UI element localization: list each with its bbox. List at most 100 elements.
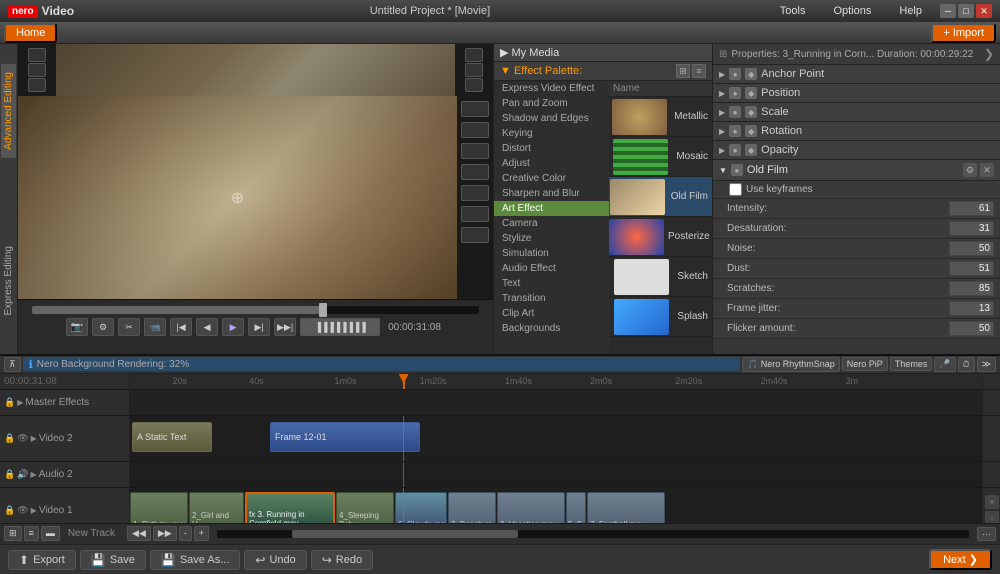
frame-12-01-clip[interactable]: Frame 12-01 <box>270 422 420 452</box>
effect-metallic[interactable]: Metallic <box>609 97 712 137</box>
vacation-clip[interactable]: 3_Vacation.mov <box>497 492 565 523</box>
position-toggle-icon[interactable]: ● <box>729 87 741 99</box>
s-clip[interactable]: 5_S.. <box>566 492 586 523</box>
category-art-effect[interactable]: Art Effect <box>494 201 609 216</box>
category-clip-art[interactable]: Clip Art <box>494 306 609 321</box>
scale-toggle-icon[interactable]: ● <box>729 106 741 118</box>
skip-forward-button[interactable]: ▶▶| <box>274 318 296 336</box>
tools-menu[interactable]: Tools <box>770 3 816 19</box>
playback-speed[interactable]: ▐▐▐▐▐▐▐▐ <box>300 318 380 336</box>
category-audio[interactable]: Audio Effect <box>494 261 609 276</box>
nav-plus[interactable]: + <box>194 526 209 541</box>
dust-input[interactable] <box>949 261 994 276</box>
category-text[interactable]: Text <box>494 276 609 291</box>
track-minus-icon[interactable]: - <box>985 511 999 522</box>
category-camera[interactable]: Camera <box>494 216 609 231</box>
anchor-toggle-icon[interactable]: ● <box>729 68 741 80</box>
rotation-header[interactable]: ▶ ● ◆ Rotation <box>713 122 1000 140</box>
old-film-section-header[interactable]: ▼ ● Old Film ⚙ ✕ <box>713 160 1000 181</box>
anchor-point-header[interactable]: ▶ ● ◆ Anchor Point <box>713 65 1000 83</box>
grid-icon[interactable]: ⊞ <box>4 526 22 541</box>
nav-minus[interactable]: - <box>179 526 192 541</box>
save-as-button[interactable]: 💾 Save As... <box>150 550 240 570</box>
playhead[interactable] <box>403 374 405 389</box>
effect-old-film[interactable]: Old Film <box>609 177 712 217</box>
scrollbar-thumb[interactable] <box>292 530 518 538</box>
static-text-clip[interactable]: A Static Text <box>132 422 212 452</box>
category-pan-zoom[interactable]: Pan and Zoom <box>494 96 609 111</box>
clouds-clip[interactable]: 6_Clouds.mov <box>395 492 447 523</box>
opacity-keyframe-icon[interactable]: ◆ <box>745 144 757 156</box>
rotation-toggle-icon[interactable]: ● <box>729 125 741 137</box>
express-editing-tab[interactable]: Express Editing <box>1 238 16 323</box>
running-clip[interactable]: fx 3. Running in Cornfield.mov <box>245 492 335 523</box>
desaturation-input[interactable] <box>949 221 994 236</box>
girl-clip[interactable]: 2_Girl and H.. <box>189 492 244 523</box>
list2-icon[interactable]: ▬ <box>41 526 60 541</box>
frame-jitter-input[interactable] <box>949 301 994 316</box>
home-button[interactable]: Home <box>4 23 57 43</box>
close-button[interactable]: ✕ <box>976 4 992 18</box>
expand-collapse-button[interactable]: ⊼ <box>4 357 21 372</box>
track-add-icon[interactable]: + <box>985 495 999 509</box>
import-button[interactable]: + Import <box>931 23 996 43</box>
clock-button[interactable]: ⏱ <box>958 357 975 372</box>
export-button[interactable]: ⬆ Export <box>8 550 76 570</box>
anchor-keyframe-icon[interactable]: ◆ <box>745 68 757 80</box>
intensity-input[interactable] <box>949 201 994 216</box>
category-express[interactable]: Express Video Effect <box>494 81 609 96</box>
category-stylize[interactable]: Stylize <box>494 231 609 246</box>
rotation-keyframe-icon[interactable]: ◆ <box>745 125 757 137</box>
category-distort[interactable]: Distort <box>494 141 609 156</box>
football-clip[interactable]: 7_Football.mov <box>587 492 665 523</box>
skip-back-button[interactable]: |◀ <box>170 318 192 336</box>
play-button[interactable]: ▶ <box>222 318 244 336</box>
nav-left[interactable]: ◀◀ <box>127 526 151 541</box>
progress-thumb[interactable] <box>319 303 327 317</box>
grid-view-button[interactable]: ⊞ <box>676 64 690 78</box>
birthday-clip[interactable]: 1_Birthday.mov <box>130 492 188 523</box>
flicker-input[interactable] <box>949 321 994 336</box>
opacity-header[interactable]: ▶ ● ◆ Opacity <box>713 141 1000 159</box>
position-keyframe-icon[interactable]: ◆ <box>745 87 757 99</box>
noise-input[interactable] <box>949 241 994 256</box>
horizontal-scrollbar[interactable] <box>217 530 969 538</box>
category-transition[interactable]: Transition <box>494 291 609 306</box>
position-header[interactable]: ▶ ● ◆ Position <box>713 84 1000 102</box>
redo-button[interactable]: ↪ Redo <box>311 550 373 570</box>
category-shadow[interactable]: Shadow and Edges <box>494 111 609 126</box>
category-simulation[interactable]: Simulation <box>494 246 609 261</box>
next-button[interactable]: Next ❯ <box>929 549 992 570</box>
clip-button[interactable]: ✂ <box>118 318 140 336</box>
sleeping-clip[interactable]: 4_Sleeping Baby.. <box>336 492 394 523</box>
maximize-button[interactable]: □ <box>958 4 974 18</box>
undo-button[interactable]: ↩ Undo <box>244 550 306 570</box>
snapshot-button[interactable]: 📷 <box>66 318 88 336</box>
category-backgrounds[interactable]: Backgrounds <box>494 321 609 336</box>
category-keying[interactable]: Keying <box>494 126 609 141</box>
nav-right[interactable]: ▶▶ <box>153 526 177 541</box>
category-creative-color[interactable]: Creative Color <box>494 171 609 186</box>
save-button[interactable]: 💾 Save <box>80 550 146 570</box>
beach-clip[interactable]: 3_Beach.m.. <box>448 492 496 523</box>
settings-button[interactable]: ⚙ <box>92 318 114 336</box>
options-menu[interactable]: Options <box>823 3 881 19</box>
rhythm-snap-button[interactable]: 🎵 Nero RhythmSnap <box>742 357 840 372</box>
more-button[interactable]: ≫ <box>977 357 996 372</box>
old-film-delete-icon[interactable]: ✕ <box>980 163 994 177</box>
minimize-button[interactable]: ─ <box>940 4 956 18</box>
camera-button[interactable]: 📹 <box>144 318 166 336</box>
scale-keyframe-icon[interactable]: ◆ <box>745 106 757 118</box>
help-menu[interactable]: Help <box>889 3 932 19</box>
more-options[interactable]: ··· <box>977 527 996 541</box>
mic-button[interactable]: 🎤 <box>934 357 955 372</box>
scale-header[interactable]: ▶ ● ◆ Scale <box>713 103 1000 121</box>
step-forward-button[interactable]: ▶| <box>248 318 270 336</box>
effect-sketch[interactable]: Sketch <box>609 257 712 297</box>
effect-palette-header[interactable]: ▼ Effect Palette: ⊞ ≡ <box>494 62 712 81</box>
progress-bar[interactable] <box>32 306 479 314</box>
category-sharpen[interactable]: Sharpen and Blur <box>494 186 609 201</box>
my-media-header[interactable]: ▶ My Media <box>494 44 712 62</box>
properties-expand[interactable]: ❯ <box>984 47 994 61</box>
category-adjust[interactable]: Adjust <box>494 156 609 171</box>
